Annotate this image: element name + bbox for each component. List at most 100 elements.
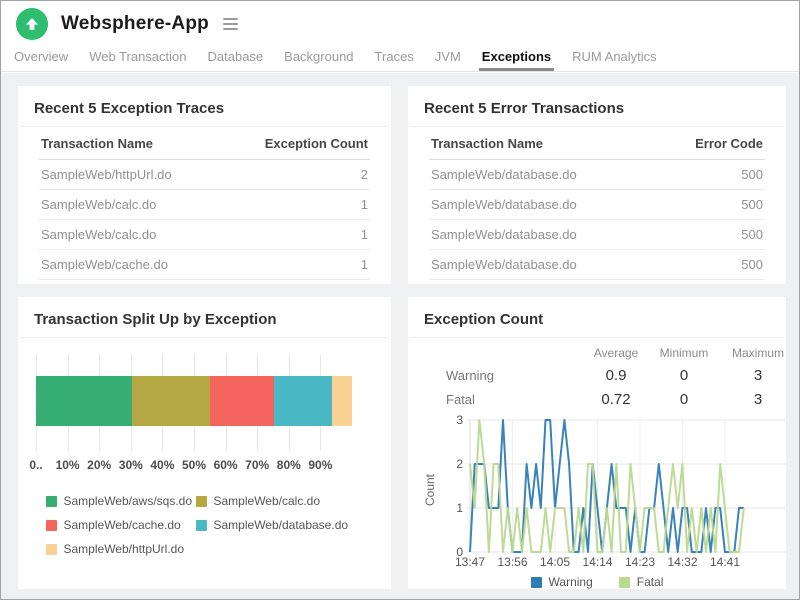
legend-swatch <box>46 496 57 507</box>
stats-value: 0 <box>656 391 712 408</box>
transaction-split-chart: 0..10%20%30%40%50%60%70%80%90% <box>32 344 377 478</box>
tab-background[interactable]: Background <box>281 47 356 71</box>
x-tick-label: 20% <box>87 458 111 472</box>
x-tick-label: 14:05 <box>540 555 570 568</box>
x-tick-label: 14:14 <box>582 555 612 568</box>
panel-recent-exception-traces: Recent 5 Exception Traces Transaction Na… <box>18 86 391 284</box>
table-header-row: Transaction NameError Code <box>429 127 765 160</box>
stats-value: 3 <box>712 367 786 384</box>
stats-column-header: Average <box>576 346 656 360</box>
transaction-name-cell: SampleWeb/database.do <box>429 160 656 190</box>
stats-value: 0.9 <box>576 367 656 384</box>
stacked-bar <box>36 376 352 426</box>
y-axis-label: Count <box>423 473 437 506</box>
panel-transaction-split: Transaction Split Up by Exception 0.. 10%… <box>18 297 391 589</box>
x-tick-label: 10% <box>56 458 80 472</box>
legend-label: Warning <box>549 575 593 589</box>
legend-item[interactable]: SampleWeb/database.do <box>196 518 364 532</box>
bar-segment[interactable] <box>36 376 132 426</box>
value-cell: 500 <box>656 160 765 190</box>
transaction-name-cell: SampleWeb/calc.do <box>39 220 232 250</box>
bar-segment[interactable] <box>210 376 274 426</box>
legend-item[interactable]: SampleWeb/calc.do <box>196 494 364 508</box>
transaction-name-cell: SampleWeb/database.do <box>429 280 656 285</box>
panel-title: Exception Count <box>424 311 772 328</box>
table-row: SampleWeb/database.do500 <box>429 160 765 190</box>
transaction-split-legend: SampleWeb/aws/sqs.doSampleWeb/calc.do Sam… <box>32 494 377 556</box>
panel-title: Recent 5 Exception Traces <box>34 100 377 117</box>
panel-title: Transaction Split Up by Exception <box>34 311 377 328</box>
legend-label: SampleWeb/cache.do <box>64 518 181 532</box>
tab-rum-analytics[interactable]: RUM Analytics <box>569 47 660 71</box>
dashboard-content: Recent 5 Exception Traces Transaction Na… <box>1 73 799 599</box>
legend-swatch <box>46 520 57 531</box>
table-row: SampleWeb/database.do500 <box>429 250 765 280</box>
divider <box>20 337 389 338</box>
legend-item[interactable]: SampleWeb/httpUrl.do <box>46 542 196 556</box>
legend-swatch <box>196 496 207 507</box>
table-header-row: Transaction NameException Count <box>39 127 370 160</box>
transaction-name-cell: SampleWeb/database.do <box>429 250 656 280</box>
legend-item[interactable]: SampleWeb/aws/sqs.do <box>46 494 196 508</box>
x-tick-label: 13:56 <box>497 555 527 568</box>
column-header: Error Code <box>656 127 765 160</box>
x-tick-label: 0.. <box>29 458 42 472</box>
legend-swatch <box>619 577 630 588</box>
x-tick-label: 40% <box>150 458 174 472</box>
tab-traces[interactable]: Traces <box>372 47 417 71</box>
table-row: SampleWeb/database.do500 <box>429 220 765 250</box>
legend-label: SampleWeb/database.do <box>214 518 349 532</box>
value-cell: 500 <box>656 220 765 250</box>
bar-segment[interactable] <box>332 376 352 426</box>
bar-segment[interactable] <box>132 376 210 426</box>
legend-item[interactable]: Fatal <box>619 575 664 589</box>
error-transactions-table: Transaction NameError CodeSampleWeb/data… <box>429 127 765 284</box>
value-cell: 1 <box>232 220 370 250</box>
app-header: Websphere-App <box>1 1 799 47</box>
app-window: Websphere-App Overview Web Transaction Dat… <box>0 0 800 600</box>
stats-column-header: Maximum <box>712 346 786 360</box>
transaction-name-cell: SampleWeb/database.do <box>429 220 656 250</box>
column-header: Exception Count <box>232 127 370 160</box>
tab-database[interactable]: Database <box>205 47 267 71</box>
panel-title: Recent 5 Error Transactions <box>424 100 772 117</box>
x-tick-label: 90% <box>308 458 332 472</box>
value-cell: 2 <box>232 160 370 190</box>
y-tick-label: 3 <box>456 413 463 427</box>
x-tick-label: 30% <box>119 458 143 472</box>
legend-label: SampleWeb/httpUrl.do <box>64 542 185 556</box>
column-header: Transaction Name <box>39 127 232 160</box>
value-cell: 1 <box>232 250 370 280</box>
tab-web-transaction[interactable]: Web Transaction <box>86 47 189 71</box>
tab-overview[interactable]: Overview <box>11 47 71 71</box>
value-cell: 500 <box>656 250 765 280</box>
legend-swatch <box>46 544 57 555</box>
legend-item[interactable]: SampleWeb/cache.do <box>46 518 196 532</box>
value-cell: 500 <box>656 280 765 285</box>
tab-jvm[interactable]: JVM <box>432 47 464 71</box>
tab-exceptions[interactable]: Exceptions <box>479 47 554 71</box>
transaction-name-cell: SampleWeb/calc.do <box>39 190 232 220</box>
up-arrow-icon <box>16 8 48 40</box>
stats-row-label: Fatal <box>422 392 576 407</box>
exception-count-legend: Warning Fatal <box>422 575 772 589</box>
legend-swatch <box>531 577 542 588</box>
panel-recent-error-transactions: Recent 5 Error Transactions Transaction … <box>408 86 786 284</box>
x-tick-label: 70% <box>245 458 269 472</box>
panel-exception-count: Exception Count AverageMinimumMaximumWar… <box>408 297 786 589</box>
table-row: SampleWeb/database.do500 <box>429 280 765 285</box>
x-tick-label: 50% <box>182 458 206 472</box>
x-tick-label: 14:32 <box>667 555 697 568</box>
legend-item[interactable]: Warning <box>531 575 593 589</box>
hamburger-menu-icon[interactable] <box>220 15 241 33</box>
y-tick-label: 1 <box>456 501 463 515</box>
bar-segment[interactable] <box>274 376 332 426</box>
stats-value: 3 <box>712 391 786 408</box>
x-tick-label: 60% <box>214 458 238 472</box>
legend-swatch <box>196 520 207 531</box>
up-arrow-glyph <box>24 16 40 32</box>
table-row: SampleWeb/httpUrl.do2 <box>39 160 370 190</box>
stats-value: 0.72 <box>576 391 656 408</box>
transaction-name-cell: SampleWeb/httpUrl.do <box>39 160 232 190</box>
x-tick-label: 14:23 <box>625 555 655 568</box>
